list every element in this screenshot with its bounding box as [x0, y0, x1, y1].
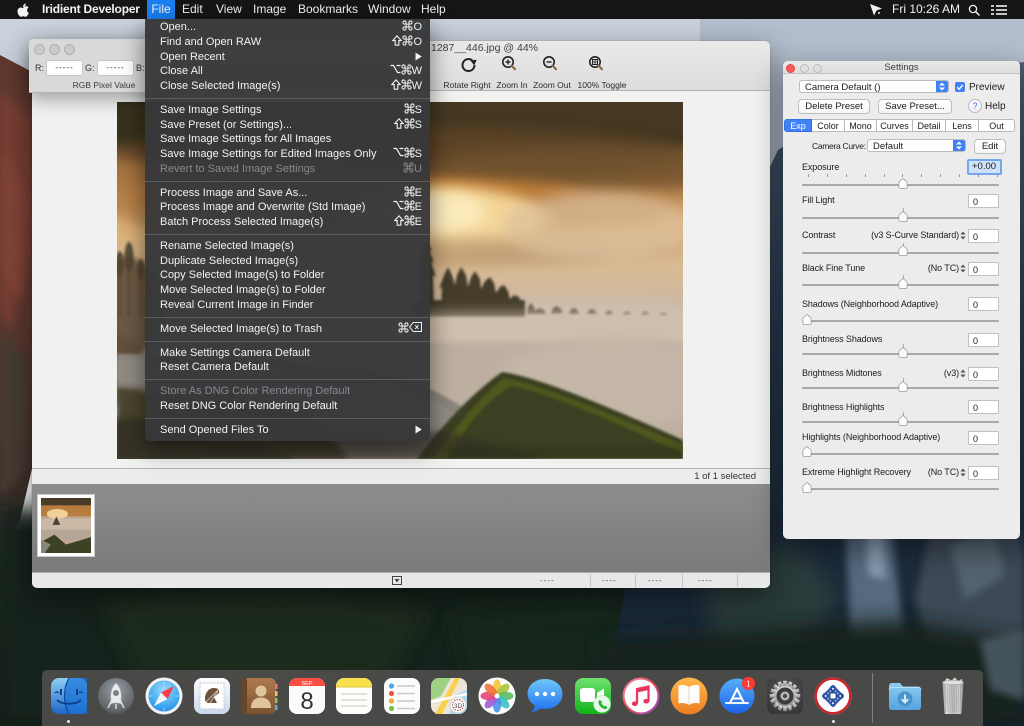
svg-text:SEP: SEP [301, 681, 312, 687]
svg-text:3D: 3D [454, 703, 463, 710]
svg-text:1: 1 [746, 679, 751, 688]
svg-text:8: 8 [300, 688, 313, 715]
